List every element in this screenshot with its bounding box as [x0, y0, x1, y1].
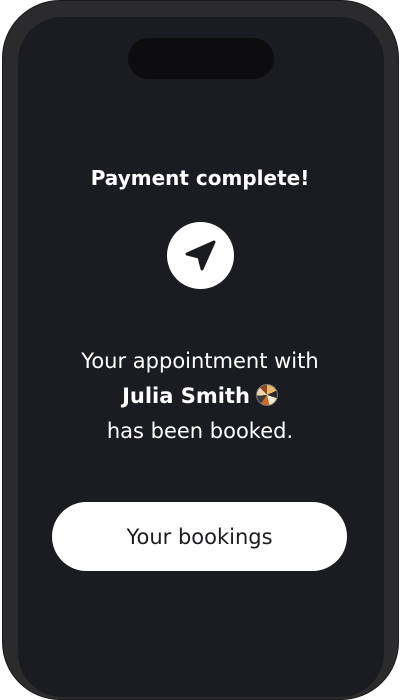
page-title: Payment complete!	[90, 166, 310, 190]
message-line-1: Your appointment with	[81, 349, 319, 373]
success-icon-badge	[167, 222, 234, 289]
your-bookings-button[interactable]: Your bookings	[52, 502, 347, 571]
message-line-2: Julia Smith	[0, 379, 400, 414]
avatar	[255, 384, 278, 406]
provider-name: Julia Smith	[122, 384, 250, 408]
dynamic-island	[128, 38, 274, 79]
confirmation-message: Your appointment with Julia Smith has be…	[0, 344, 400, 449]
navigation-arrow-icon	[185, 240, 216, 271]
message-line-3: has been booked.	[106, 419, 294, 443]
